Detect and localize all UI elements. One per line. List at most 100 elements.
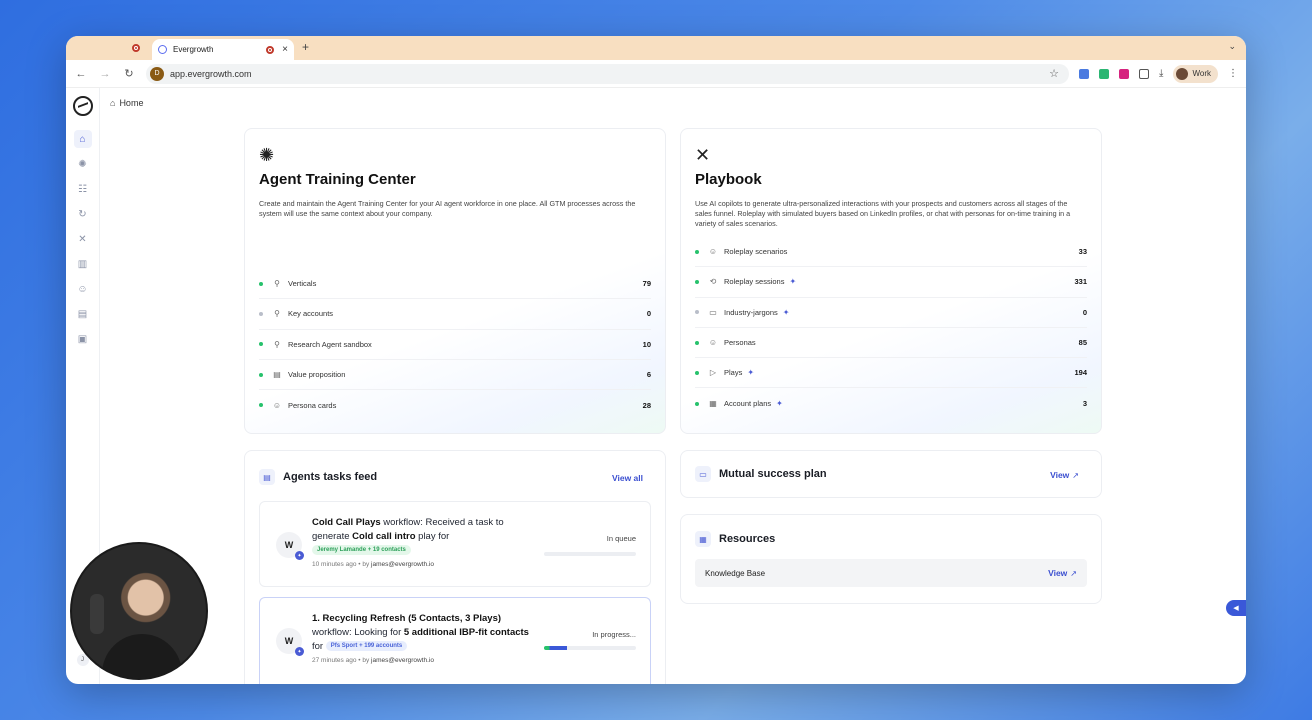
row-label: Persona cards bbox=[288, 400, 337, 410]
clipboard-check-icon[interactable]: ▣ bbox=[74, 330, 92, 348]
profile-button[interactable]: Work bbox=[1173, 64, 1218, 83]
new-tab-icon[interactable]: + bbox=[302, 40, 309, 54]
strategy-icon[interactable]: ✕ bbox=[74, 230, 92, 248]
atc-row-verticals[interactable]: ⚲ Verticals 79 bbox=[259, 269, 651, 300]
task-item[interactable]: W ✦ 1. Recycling Refresh (5 Contacts, 3 P… bbox=[259, 597, 651, 684]
external-link-icon[interactable]: ↗ bbox=[1072, 471, 1079, 480]
extension-icon[interactable] bbox=[1119, 68, 1130, 79]
atc-row-persona-cards[interactable]: ☺ Persona cards 28 bbox=[259, 390, 651, 420]
atc-row-key-accounts[interactable]: ⚲ Key accounts 0 bbox=[259, 299, 651, 330]
task-item[interactable]: W ✦ Cold Call Plays workflow: Received a … bbox=[259, 501, 651, 587]
brain-icon[interactable]: ✺ bbox=[74, 155, 92, 173]
feedback-megaphone-icon[interactable]: ◀ bbox=[1226, 600, 1246, 616]
webcam-overlay bbox=[70, 542, 208, 680]
status-dot bbox=[695, 249, 699, 254]
extension-icon[interactable] bbox=[1079, 68, 1090, 79]
clipboard-icon[interactable]: ▤ bbox=[74, 305, 92, 323]
atc-list: ⚲ Verticals 79 ⚲ Key accounts 0 ⚲ Resear… bbox=[259, 269, 651, 420]
home-icon: ⌂ bbox=[110, 98, 116, 108]
msp-title: Mutual success plan bbox=[719, 468, 827, 480]
row-value: 28 bbox=[642, 400, 651, 410]
agent-training-center-card: ✺ Agent Training Center Create and maint… bbox=[244, 128, 666, 434]
back-icon[interactable]: ← bbox=[74, 68, 88, 80]
site-info-icon[interactable]: D bbox=[150, 66, 164, 81]
profile-label: Work bbox=[1192, 69, 1211, 78]
clipboard-icon: ▤ bbox=[259, 469, 275, 485]
playbook-card: ✕ Playbook Use AI copilots to generate u… bbox=[680, 128, 1102, 434]
presenter-image bbox=[102, 634, 182, 678]
forward-icon[interactable]: → bbox=[98, 68, 112, 80]
resources-header: ▦ Resources bbox=[695, 531, 775, 547]
url-text[interactable]: app.evergrowth.com bbox=[170, 69, 252, 79]
avatar bbox=[1176, 67, 1189, 80]
msp-view-link[interactable]: View ↗ bbox=[1050, 470, 1079, 480]
row-label: Research Agent sandbox bbox=[288, 339, 372, 349]
close-tab-icon[interactable]: × bbox=[282, 44, 288, 55]
people-icon: ☺ bbox=[272, 400, 282, 410]
playbook-row-personas[interactable]: ☺ Personas 85 bbox=[695, 328, 1087, 359]
kb-view-link[interactable]: View ↗ bbox=[1048, 568, 1077, 578]
row-label: Value proposition bbox=[288, 370, 346, 380]
row-label: Plays bbox=[724, 368, 743, 378]
extension-icon[interactable] bbox=[1099, 68, 1110, 79]
resources-card: ▦ Resources Knowledge Base View ↗ bbox=[680, 514, 1102, 604]
people-icon: ☺ bbox=[708, 247, 718, 257]
agent-badge-icon: ✦ bbox=[295, 551, 304, 560]
home-icon[interactable]: ⌂ bbox=[73, 130, 92, 148]
playbook-row-roleplay-sessions[interactable]: ⟲ Roleplay sessions ✦ 331 bbox=[695, 267, 1087, 298]
refresh-icon[interactable]: ↻ bbox=[74, 205, 92, 223]
view-all-link[interactable]: View all bbox=[612, 473, 643, 483]
mutual-success-plan-card: ▭ Mutual success plan View ↗ bbox=[680, 450, 1102, 498]
chevron-down-icon[interactable]: ⌄ bbox=[1228, 41, 1236, 52]
row-label: Verticals bbox=[288, 279, 317, 289]
row-value: 331 bbox=[1074, 277, 1087, 287]
view-link[interactable]: View bbox=[1048, 568, 1067, 578]
playbook-row-industry-jargons[interactable]: ▭ Industry-jargons ✦ 0 bbox=[695, 298, 1087, 328]
status-dot bbox=[259, 372, 263, 377]
ladder-icon[interactable]: ☷ bbox=[74, 180, 92, 198]
browser-window: Evergrowth × + ⌄ ← → ↻ D app.evergrowth.… bbox=[66, 36, 1246, 684]
flow-icon: ⟲ bbox=[709, 277, 717, 287]
building-icon[interactable]: ▥ bbox=[74, 255, 92, 273]
row-label: Roleplay sessions bbox=[724, 277, 785, 287]
breadcrumb: ⌂ Home bbox=[110, 98, 143, 108]
task-text: 1. Recycling Refresh (5 Contacts, 3 Play… bbox=[312, 612, 537, 666]
people-icon[interactable]: ☺ bbox=[74, 280, 92, 298]
atc-row-value-proposition[interactable]: ▤ Value proposition 6 bbox=[259, 360, 651, 391]
resources-title: Resources bbox=[719, 533, 776, 545]
sparkle-icon: ✦ bbox=[747, 368, 755, 378]
address-bar[interactable]: D app.evergrowth.com ☆ bbox=[146, 63, 1070, 84]
playbook-row-plays[interactable]: ▷ Plays ✦ 194 bbox=[695, 358, 1087, 389]
tab-evergrowth[interactable]: Evergrowth × bbox=[152, 39, 294, 60]
card-title: Playbook bbox=[695, 171, 762, 188]
row-label: Personas bbox=[724, 338, 756, 348]
sparkle-icon: ✦ bbox=[776, 399, 783, 409]
task-meta: 27 minutes ago • by james@evergrowth.io bbox=[312, 657, 434, 664]
task-status: In progress... bbox=[592, 630, 636, 639]
hierarchy-icon: ⚲ bbox=[274, 339, 280, 349]
tab-inactive[interactable] bbox=[66, 36, 150, 60]
accounts-pill[interactable]: Pfs Sport + 199 accounts bbox=[325, 641, 408, 652]
extensions-puzzle-icon[interactable] bbox=[1139, 68, 1150, 79]
reload-icon[interactable]: ↻ bbox=[122, 67, 136, 80]
knowledge-base-row[interactable]: Knowledge Base View ↗ bbox=[695, 559, 1087, 587]
contacts-pill[interactable]: Jeremy Lamande + 19 contacts bbox=[312, 545, 411, 556]
external-link-icon[interactable]: ↗ bbox=[1070, 569, 1077, 578]
bookmark-star-icon[interactable]: ☆ bbox=[1049, 67, 1059, 80]
evergrowth-logo-icon[interactable] bbox=[72, 96, 93, 116]
briefcase-icon: ▭ bbox=[695, 466, 711, 482]
atc-row-research-sandbox[interactable]: ⚲ Research Agent sandbox 10 bbox=[259, 330, 651, 360]
app: ⌂ ✺ ☷ ↻ ✕ ▥ ☺ ▤ ▣ ✕ J ⌂ Home ✺ Agent Tra… bbox=[66, 88, 1246, 684]
playbook-row-roleplay-scenarios[interactable]: ☺ Roleplay scenarios 33 bbox=[695, 237, 1087, 268]
tab-title: Evergrowth bbox=[173, 45, 214, 54]
download-icon[interactable]: ⤓ bbox=[1159, 68, 1163, 79]
recording-icon bbox=[132, 44, 140, 52]
playbook-row-account-plans[interactable]: ▦ Account plans ✦ 3 bbox=[695, 388, 1087, 418]
browser-toolbar: ← → ↻ D app.evergrowth.com ☆ ⤓ Work ⋮ bbox=[66, 60, 1246, 88]
row-value: 6 bbox=[646, 370, 651, 380]
card-description: Create and maintain the Agent Training C… bbox=[259, 199, 636, 218]
menu-icon[interactable]: ⋮ bbox=[1228, 68, 1238, 79]
view-link[interactable]: View bbox=[1050, 470, 1069, 480]
tab-strip: Evergrowth × + ⌄ bbox=[66, 36, 1246, 60]
breadcrumb-label[interactable]: Home bbox=[119, 98, 143, 108]
